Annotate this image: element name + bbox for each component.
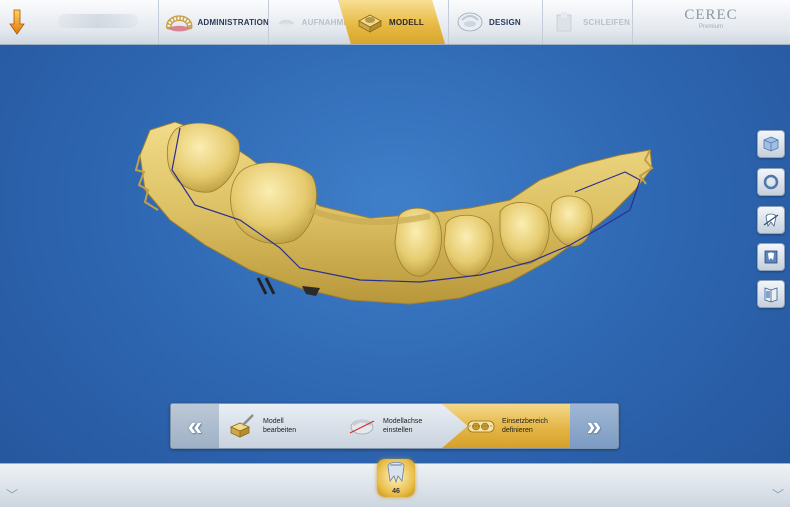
book-icon bbox=[764, 287, 778, 303]
tab-modell-label: MODELL bbox=[389, 17, 424, 27]
tooth-icon bbox=[387, 461, 405, 484]
tooth-tool-button[interactable] bbox=[757, 206, 785, 234]
step-3-line2: definieren bbox=[502, 427, 533, 434]
tab-aufnahme[interactable]: AUFNAHME bbox=[268, 0, 349, 44]
tab-administration-label: ADMINISTRATION bbox=[197, 17, 269, 27]
cube-view-icon bbox=[763, 136, 779, 152]
tab-aufnahme-label: AUFNAHME bbox=[301, 17, 349, 27]
patient-name-field bbox=[58, 14, 138, 28]
bottom-bar: ﹀ 46 ﹀ bbox=[0, 459, 790, 507]
model-icon bbox=[358, 14, 382, 33]
tab-design[interactable]: DESIGN bbox=[448, 0, 539, 44]
down-arrow-icon bbox=[9, 9, 25, 35]
camera-scan-icon bbox=[278, 19, 294, 28]
main-menu-button[interactable] bbox=[0, 0, 34, 44]
crown-design-icon bbox=[457, 12, 483, 32]
tab-schleifen-label: SCHLEIFEN bbox=[583, 17, 631, 27]
step-3-line1: Einsetzbereich bbox=[502, 418, 548, 425]
chevron-down-icon[interactable]: ﹀ bbox=[772, 486, 784, 503]
tooth-slice-button[interactable] bbox=[757, 243, 785, 271]
insertion-area-icon bbox=[467, 420, 495, 433]
step-1-line1: Modell bbox=[263, 418, 284, 425]
tooth-tool-icon bbox=[763, 213, 779, 227]
brand-logo: CEREC Premium bbox=[666, 8, 756, 32]
step-1-line2: bearbeiten bbox=[263, 427, 297, 434]
rotate-ring-icon bbox=[763, 174, 779, 190]
view-cube-button[interactable] bbox=[757, 130, 785, 158]
model-axis-icon bbox=[349, 419, 375, 435]
step-2-line1: Modellachse bbox=[383, 418, 423, 425]
next-step-button[interactable]: » bbox=[570, 404, 618, 448]
step-2-line2: einstellen bbox=[383, 427, 413, 434]
tab-design-label: DESIGN bbox=[489, 17, 521, 27]
brand-subtitle: Premium bbox=[698, 24, 723, 30]
phase-navigation: ADMINISTRATION AUFNAHME MODELL DESIGN SC… bbox=[158, 0, 636, 44]
step-modell-bearbeiten[interactable]: Modell bearbeiten bbox=[227, 404, 347, 448]
tab-modell[interactable]: MODELL bbox=[338, 0, 445, 44]
divider bbox=[632, 0, 633, 44]
tooth-number: 46 bbox=[392, 488, 400, 495]
tab-schleifen[interactable]: SCHLEIFEN bbox=[542, 0, 637, 44]
phase-step-panel: « Modell bearbeiten Modellachse einstell… bbox=[170, 403, 619, 449]
milling-icon bbox=[556, 12, 572, 32]
top-toolbar: ADMINISTRATION AUFNAHME MODELL DESIGN SC… bbox=[0, 0, 790, 45]
brand-title: CEREC bbox=[684, 7, 738, 23]
tooth-slice-icon bbox=[764, 250, 778, 264]
previous-step-button[interactable]: « bbox=[171, 404, 219, 448]
jaw-model-render bbox=[134, 121, 654, 305]
step-modellachse-einstellen[interactable]: Modellachse einstellen bbox=[347, 404, 467, 448]
chevron-down-icon[interactable]: ﹀ bbox=[6, 486, 18, 503]
3d-jaw-model[interactable] bbox=[130, 110, 660, 320]
dental-arch-icon bbox=[165, 15, 193, 32]
catalog-button[interactable] bbox=[757, 280, 785, 308]
tab-administration[interactable]: ADMINISTRATION bbox=[158, 0, 269, 44]
rotate-view-button[interactable] bbox=[757, 168, 785, 196]
model-edit-icon bbox=[230, 414, 254, 438]
